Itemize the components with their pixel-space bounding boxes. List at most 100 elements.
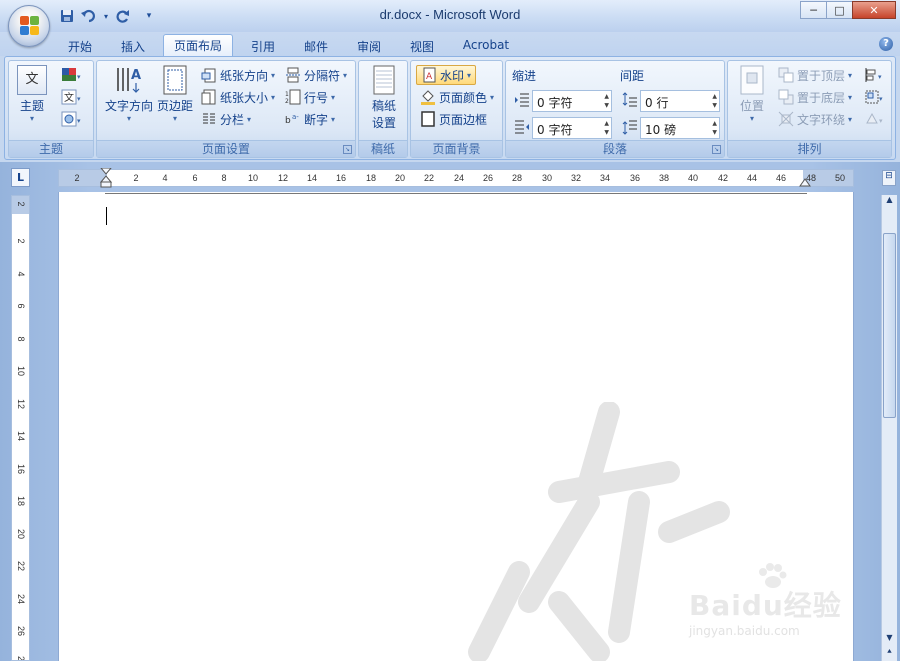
position-button[interactable]: 位置 ▾ [732, 65, 772, 123]
size-button[interactable]: 纸张大小 ▾ [201, 87, 275, 107]
svg-text:A: A [131, 68, 141, 83]
breaks-button[interactable]: 分隔符 ▾ [285, 65, 347, 85]
columns-button[interactable]: 分栏 ▾ [201, 109, 251, 129]
svg-text:▾: ▾ [878, 73, 882, 81]
arrange-group-label: 排列 [728, 140, 891, 157]
tab-references[interactable]: 引用 [242, 36, 284, 56]
indent-marker-icon[interactable] [100, 168, 112, 188]
bring-front-icon [778, 67, 794, 83]
orientation-icon [201, 67, 217, 83]
breaks-icon [285, 67, 301, 83]
window-controls: ─ □ ✕ [800, 1, 896, 19]
document-workspace: L 2 2 4 6 8 10 12 14 16 18 20 22 24 26 2… [0, 162, 900, 661]
tab-insert[interactable]: 插入 [112, 36, 154, 56]
text-wrap-button[interactable]: 文字环绕 ▾ [778, 109, 852, 129]
tab-view[interactable]: 视图 [401, 36, 443, 56]
hyphenation-button[interactable]: b a- 断字 ▾ [285, 109, 335, 129]
right-indent-marker-icon[interactable] [799, 176, 811, 188]
indent-left-icon [514, 92, 530, 108]
indent-title: 缩进 [512, 69, 537, 83]
spin-arrows-icon[interactable]: ▲ ▼ [604, 119, 609, 137]
spin-arrows-icon[interactable]: ▲ ▼ [712, 92, 717, 110]
draft-paper-icon [372, 65, 396, 95]
spin-arrows-icon[interactable]: ▲ ▼ [712, 119, 717, 137]
page-color-button[interactable]: 页面颜色 ▾ [420, 87, 494, 107]
theme-fonts-icon[interactable]: 文 ▾ [61, 89, 81, 105]
theme-group: 文 主题 ▾ ▾ 文 ▾ ▾ 主题 [8, 60, 94, 158]
maximize-button[interactable]: □ [826, 1, 853, 19]
bring-to-front-button[interactable]: 置于顶层 ▾ [778, 65, 852, 85]
close-button[interactable]: ✕ [852, 1, 896, 19]
margins-button[interactable]: 页边距 ▾ [155, 65, 195, 123]
page-setup-launcher-icon[interactable]: ↘ [343, 145, 352, 154]
indent-left-input[interactable]: 0 字符 ▲ ▼ [532, 90, 612, 112]
svg-text:▾: ▾ [77, 95, 81, 103]
page-background-group: A 水印 ▾ 页面颜色 ▾ 页面边框 页面背景 [410, 60, 503, 158]
indent-right-input[interactable]: 0 字符 ▲ ▼ [532, 117, 612, 139]
spin-arrows-icon[interactable]: ▲ ▼ [604, 92, 609, 110]
vertical-ruler[interactable]: 2 2 4 6 8 10 12 14 16 18 20 22 24 26 28 [11, 195, 30, 661]
page-setup-group: A 文字方向 ▾ 页边距 ▾ 纸张方向▾ 纸张大小▾ 分栏▾ 分隔符▾ [96, 60, 356, 158]
text-direction-button[interactable]: A 文字方向 ▾ [100, 65, 158, 123]
paragraph-group-label: 段落 [506, 140, 724, 157]
spacing-title: 间距 [620, 69, 645, 83]
svg-text:▾: ▾ [77, 73, 81, 81]
tab-home[interactable]: 开始 [59, 36, 101, 56]
draft-paper-group: 稿纸 设置 稿纸 [358, 60, 408, 158]
tab-mailings[interactable]: 邮件 [295, 36, 337, 56]
minimize-button[interactable]: ─ [800, 1, 827, 19]
svg-text:1: 1 [285, 91, 289, 98]
watermark-icon: A [421, 67, 437, 83]
previous-page-icon[interactable]: ⯅ [883, 647, 896, 661]
horizontal-ruler[interactable]: 2 2 4 6 8 10 12 14 16 18 20 22 24 26 28 … [58, 168, 854, 188]
scroll-thumb[interactable] [883, 233, 896, 418]
watermark-button[interactable]: A 水印 ▾ [416, 65, 477, 85]
theme-icon: 文 [17, 65, 47, 95]
help-icon[interactable]: ? [879, 37, 893, 51]
draft-paper-group-label: 稿纸 [359, 140, 407, 157]
tab-selector-button[interactable]: L [11, 168, 30, 187]
office-logo-icon [20, 16, 40, 36]
line-numbers-icon: 12 [285, 89, 301, 105]
orientation-button[interactable]: 纸张方向 ▾ [201, 65, 275, 85]
spacing-after-input[interactable]: 10 磅 ▲ ▼ [640, 117, 720, 139]
group-objects-icon[interactable]: ▾ [864, 89, 883, 105]
vertical-scrollbar[interactable]: ▲ ▼ ⯅ [881, 195, 897, 661]
text-direction-icon: A [114, 65, 144, 95]
svg-text:▾: ▾ [879, 95, 883, 103]
tab-acrobat[interactable]: Acrobat [455, 36, 517, 56]
scroll-down-icon[interactable]: ▼ [883, 633, 896, 647]
baidu-paw-icon [757, 562, 787, 590]
align-icon[interactable]: ▾ [864, 67, 882, 83]
tab-page-layout[interactable]: 页面布局 [163, 34, 233, 57]
text-wrap-icon [778, 111, 794, 127]
ribbon-tabs: 开始 插入 页面布局 引用 邮件 审阅 视图 Acrobat ? [0, 32, 900, 57]
title-bar: ▾ ▾ dr.docx - Microsoft Word ─ □ ✕ [0, 0, 900, 32]
indent-right-icon [514, 119, 530, 135]
spacing-before-input[interactable]: 0 行 ▲ ▼ [640, 90, 720, 112]
ribbon: 文 主题 ▾ ▾ 文 ▾ ▾ 主题 A 文字方向 ▾ 页边距 ▾ 纸张方向 ▾ … [4, 56, 896, 160]
page-borders-icon [420, 111, 436, 127]
draft-settings-button[interactable]: 稿纸 设置 [364, 65, 404, 131]
svg-text:b: b [285, 116, 291, 126]
svg-text:▾: ▾ [879, 117, 883, 125]
paragraph-launcher-icon[interactable]: ↘ [712, 145, 721, 154]
text-cursor [106, 207, 107, 225]
theme-colors-icon[interactable]: ▾ [61, 67, 81, 83]
spacing-before-icon [622, 92, 638, 108]
scroll-up-icon[interactable]: ▲ [883, 195, 896, 209]
office-button[interactable] [8, 5, 50, 47]
send-to-back-button[interactable]: 置于底层 ▾ [778, 87, 852, 107]
page-background-group-label: 页面背景 [411, 140, 502, 157]
tab-review[interactable]: 审阅 [348, 36, 390, 56]
arrange-group: 位置 ▾ 置于顶层 ▾ 置于底层 ▾ 文字环绕 ▾ ▾ ▾ ▾ 排列 [727, 60, 892, 158]
theme-effects-icon[interactable]: ▾ [61, 111, 81, 127]
rotate-icon[interactable]: ▾ [864, 111, 883, 127]
page-borders-button[interactable]: 页面边框 [420, 109, 487, 129]
page-setup-group-label: 页面设置 [97, 140, 355, 157]
view-ruler-icon[interactable]: ⊟ [882, 170, 896, 186]
hyphenation-icon: b a- [285, 111, 301, 127]
line-numbers-button[interactable]: 12 行号 ▾ [285, 87, 335, 107]
themes-button[interactable]: 文 主题 ▾ [15, 65, 49, 123]
document-page[interactable]: Baidu经验 jingyan.baidu.com [58, 192, 854, 661]
